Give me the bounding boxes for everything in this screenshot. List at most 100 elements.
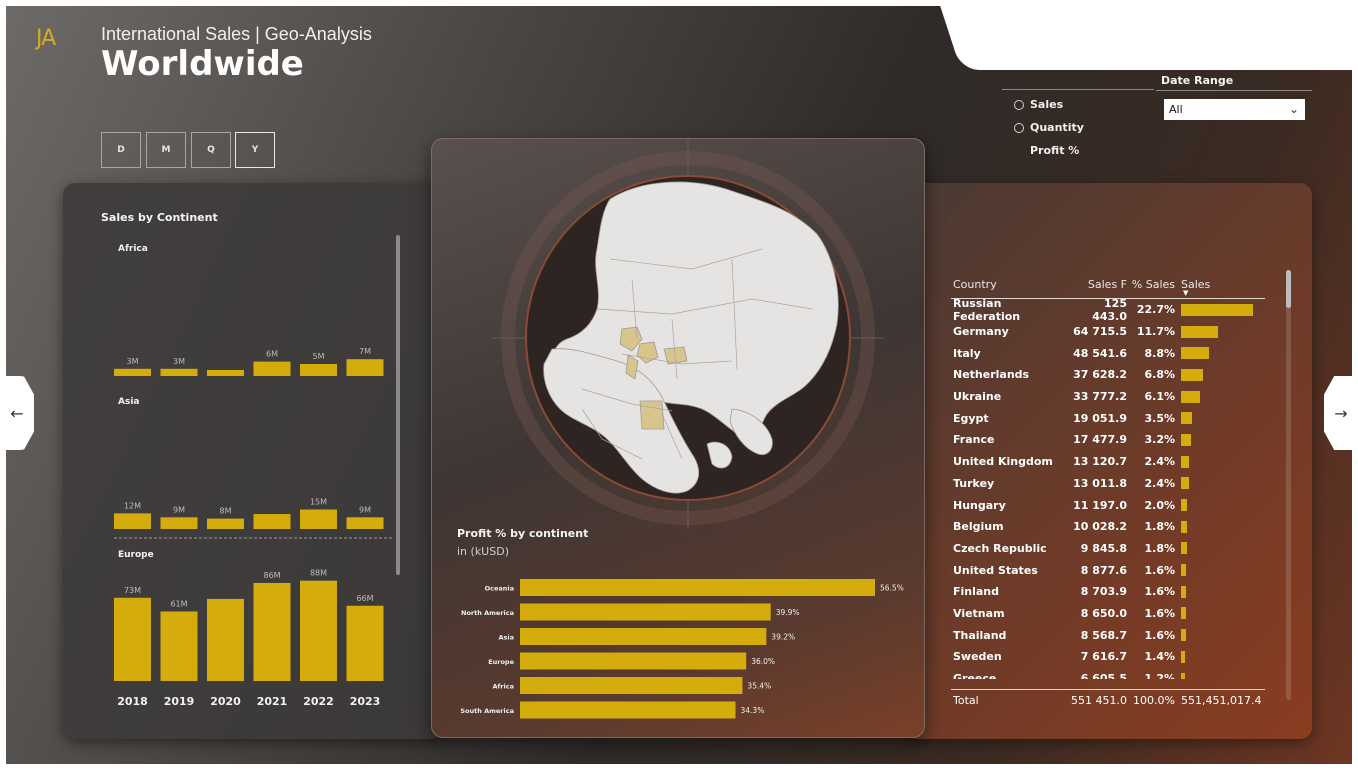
table-row[interactable]: Czech Republic 9 845.8 1.8% (951, 538, 1265, 560)
cell-sales-f: 64 715.5 (1073, 325, 1127, 339)
continent-bar[interactable] (300, 509, 337, 530)
nav-next-button[interactable]: → (1324, 376, 1352, 450)
radio-icon[interactable] (1014, 122, 1024, 133)
table-row[interactable]: Germany 64 715.5 11.7% (951, 321, 1265, 343)
continent-bar[interactable] (300, 364, 337, 376)
cell-sales-bar (1175, 407, 1261, 429)
continent-bar[interactable] (207, 518, 244, 529)
col-pct-header[interactable]: % Sales (1127, 278, 1175, 291)
sales-databar (1181, 390, 1201, 403)
sales-databar (1181, 477, 1189, 490)
sales-databar (1181, 347, 1209, 360)
continent-bar[interactable] (114, 597, 151, 681)
table-row[interactable]: United Kingdom 13 120.7 2.4% (951, 451, 1265, 473)
cell-pct-sales: 6.8% (1144, 368, 1175, 382)
nav-prev-button[interactable]: ← (6, 376, 34, 450)
continent-bar-label: 15M (310, 498, 327, 507)
continent-bar[interactable] (300, 580, 337, 681)
metric-option-profit[interactable]: Profit % (1030, 144, 1079, 157)
col-salesf-header[interactable]: Sales F (1071, 278, 1127, 291)
table-row[interactable]: Greece 6 605.5 1.2% (951, 668, 1265, 679)
table-row[interactable]: Finland 8 703.9 1.6% (951, 581, 1265, 603)
radio-icon[interactable] (1014, 99, 1024, 110)
col-country-header[interactable]: Country (951, 278, 1071, 291)
profit-bar[interactable] (520, 603, 771, 621)
cell-sales-bar (1175, 364, 1261, 386)
cell-pct-sales: 11.7% (1136, 325, 1175, 339)
period-button-q[interactable]: Q (191, 132, 231, 168)
table-row[interactable]: Turkey 13 011.8 2.4% (951, 473, 1265, 495)
continent-bar[interactable] (253, 514, 291, 529)
period-button-m[interactable]: M (146, 132, 186, 168)
sales-databar (1181, 542, 1187, 555)
cell-sales-bar (1175, 668, 1261, 679)
cell-sales-bar (1175, 299, 1261, 321)
table-row[interactable]: Belgium 10 028.2 1.8% (951, 516, 1265, 538)
continent-bar[interactable] (253, 361, 291, 376)
arrow-left-icon: ← (10, 403, 24, 423)
table-row[interactable]: Hungary 11 197.0 2.0% (951, 494, 1265, 516)
profit-bar[interactable] (520, 579, 875, 596)
chevron-down-icon: ⌄ (1288, 102, 1299, 116)
table-row[interactable]: Netherlands 37 628.2 6.8% (951, 364, 1265, 386)
profit-bar-chart: Oceania 56.5% North America 39.9% Asia 39.2% E… (460, 579, 904, 719)
cell-sales-bar (1175, 603, 1261, 625)
total-pct: 100.0% (1133, 694, 1175, 707)
table-row[interactable]: Italy 48 541.6 8.8% (951, 342, 1265, 364)
continent-bar[interactable] (346, 517, 384, 529)
continent-bar[interactable] (346, 359, 384, 376)
date-range-dropdown[interactable]: All ⌄ (1164, 99, 1305, 120)
table-row[interactable]: Thailand 8 568.7 1.6% (951, 624, 1265, 646)
table-row[interactable]: France 17 477.9 3.2% (951, 429, 1265, 451)
table-row[interactable]: Egypt 19 051.9 3.5% (951, 407, 1265, 429)
continent-bar[interactable] (160, 517, 198, 529)
table-row[interactable]: Ukraine 33 777.2 6.1% (951, 386, 1265, 408)
metric-label: Sales (1030, 98, 1064, 111)
continent-bar[interactable] (114, 513, 151, 529)
cell-pct-sales: 3.2% (1144, 433, 1175, 447)
continent-bar[interactable] (160, 611, 198, 681)
table-scrollbar[interactable] (1286, 270, 1291, 700)
table-row[interactable]: Sweden 7 616.7 1.4% (951, 646, 1265, 668)
continent-bar[interactable] (346, 605, 384, 681)
sales-databar (1181, 499, 1188, 512)
continent-bar-label: 3M (127, 357, 139, 366)
continent-bar[interactable] (253, 582, 291, 681)
cell-pct-sales: 1.8% (1144, 520, 1175, 534)
profit-chart-title: Profit % by continent (457, 527, 589, 540)
profit-bar[interactable] (520, 628, 767, 645)
profit-bar[interactable] (520, 701, 736, 719)
profit-bar[interactable] (520, 652, 747, 670)
continent-bar[interactable] (207, 598, 244, 681)
globe-map[interactable] (432, 139, 926, 529)
continent-panel-label: Asia (118, 397, 139, 407)
continent-bar[interactable] (160, 368, 198, 376)
cell-sales-bar (1175, 646, 1261, 668)
continent-bar[interactable] (207, 370, 244, 376)
col-sales-header[interactable]: Sales ▼ (1175, 271, 1261, 298)
cell-sales-f: 8 650.0 (1080, 606, 1127, 620)
cell-country: Sweden (953, 650, 1002, 664)
continent-bar[interactable] (114, 368, 151, 376)
period-button-d[interactable]: D (101, 132, 141, 168)
table-row[interactable]: Russian Federation 125 443.0 22.7% (951, 299, 1265, 323)
table-row[interactable]: Vietnam 8 650.0 1.6% (951, 603, 1265, 625)
header-white-tab-fill (996, 6, 1352, 70)
cell-country: Finland (953, 585, 1000, 599)
profit-bar[interactable] (520, 677, 743, 694)
period-button-y[interactable]: Y (235, 132, 275, 168)
metric-option-sales[interactable]: Sales (1014, 98, 1063, 111)
date-range-divider (1156, 90, 1312, 91)
continent-scrollbar[interactable] (396, 235, 400, 575)
cell-sales-f: 9 845.8 (1080, 541, 1127, 555)
total-label: Total (953, 694, 979, 707)
highlighted-country[interactable] (639, 400, 665, 430)
metric-option-quantity[interactable]: Quantity (1014, 121, 1084, 134)
scrollbar-thumb[interactable] (1286, 270, 1291, 308)
table-row[interactable]: United States 8 877.6 1.6% (951, 559, 1265, 581)
cell-sales-f: 33 777.2 (1073, 390, 1127, 404)
continent-bar-label: 86M (263, 571, 280, 580)
continent-bar-label: 7M (359, 347, 371, 356)
date-range-value: All (1169, 103, 1183, 116)
sales-databar (1181, 564, 1187, 577)
